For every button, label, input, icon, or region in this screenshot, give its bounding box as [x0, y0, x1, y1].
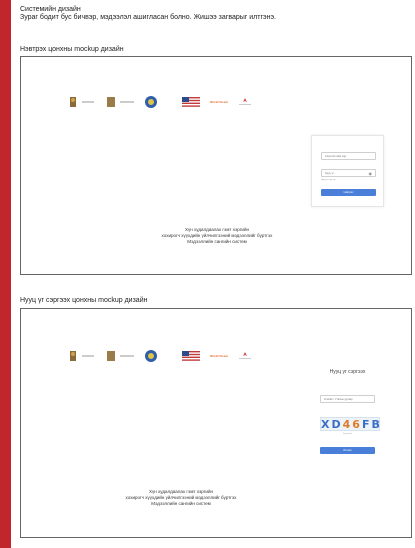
emblem-icon	[66, 349, 94, 363]
doc-title: Системийн дизайн	[20, 6, 81, 13]
login-button[interactable]: Нэвтрэх	[321, 189, 376, 196]
show-password-icon[interactable]: ◉	[369, 170, 373, 177]
world-vision-text: World Vision	[210, 354, 229, 358]
reset-card: И-мэйл / Утасны дугаар XD46FB Хүчинтэй И…	[311, 384, 384, 464]
world-vision-text: World Vision	[210, 100, 229, 104]
reset-logo-row: World Vision	[66, 349, 262, 363]
forgot-password-link[interactable]: Нууц үг сэргээх	[321, 179, 335, 181]
us-flag-icon	[182, 351, 200, 361]
reset-heading: Нууц үг сэргээх	[329, 369, 366, 375]
caption-line-3: Мэдээллийн сангийн систем	[187, 239, 247, 244]
world-vision-logo: World Vision	[210, 100, 228, 104]
reset-submit-button[interactable]: Илгээх	[320, 447, 375, 454]
login-card: Хэрэглэгчийн нэр Нууц үг ◉ Нууц үг сэргэ…	[311, 135, 384, 207]
email-input[interactable]: И-мэйл / Утасны дугаар	[320, 395, 375, 403]
login-mockup: World Vision Хэрэглэгчийн нэр Нууц үг ◉ …	[20, 56, 412, 275]
email-placeholder: И-мэйл / Утасны дугаар	[324, 398, 353, 401]
system-caption: Хүн худалдаалах гэмт хэргийн хохирогч хү…	[117, 227, 317, 245]
emblem-icon	[66, 95, 94, 109]
ministry-logo-icon	[104, 349, 134, 363]
system-caption: Хүн худалдаалах гэмт хэргийн хохирогч хү…	[81, 489, 281, 507]
username-input[interactable]: Хэрэглэгчийн нэр	[321, 152, 376, 160]
ministry-logo-icon	[104, 95, 134, 109]
password-input[interactable]: Нууц үг ◉	[321, 169, 376, 177]
seal-icon	[144, 95, 158, 109]
reset-mockup: World Vision Нууц үг сэргээх И-мэйл / Ут…	[20, 308, 412, 538]
login-logo-row: World Vision	[66, 95, 262, 109]
username-placeholder: Хэрэглэгчийн нэр	[325, 155, 347, 158]
doc-subtitle: Зураг бодит бус бичвэр, мэдээлэл ашиглас…	[20, 14, 276, 21]
login-section-label: Нэвтрэх цонхны mockup дизайн	[20, 46, 124, 53]
us-flag-icon	[182, 97, 200, 107]
captcha-image: XD46FB	[320, 417, 382, 431]
partner-logo-icon	[238, 351, 252, 361]
partner-logo-icon	[238, 97, 252, 107]
world-vision-logo: World Vision	[210, 354, 228, 358]
caption-line-3: Мэдээллийн сангийн систем	[151, 501, 211, 506]
captcha-caption: Хүчинтэй	[343, 433, 352, 435]
reset-section-label: Нууц үг сэргээх цонхны mockup дизайн	[20, 297, 148, 304]
seal-icon	[144, 349, 158, 363]
password-value: Нууц үг	[325, 172, 334, 175]
document-page: Системийн дизайн Зураг бодит бус бичвэр,…	[11, 0, 415, 548]
